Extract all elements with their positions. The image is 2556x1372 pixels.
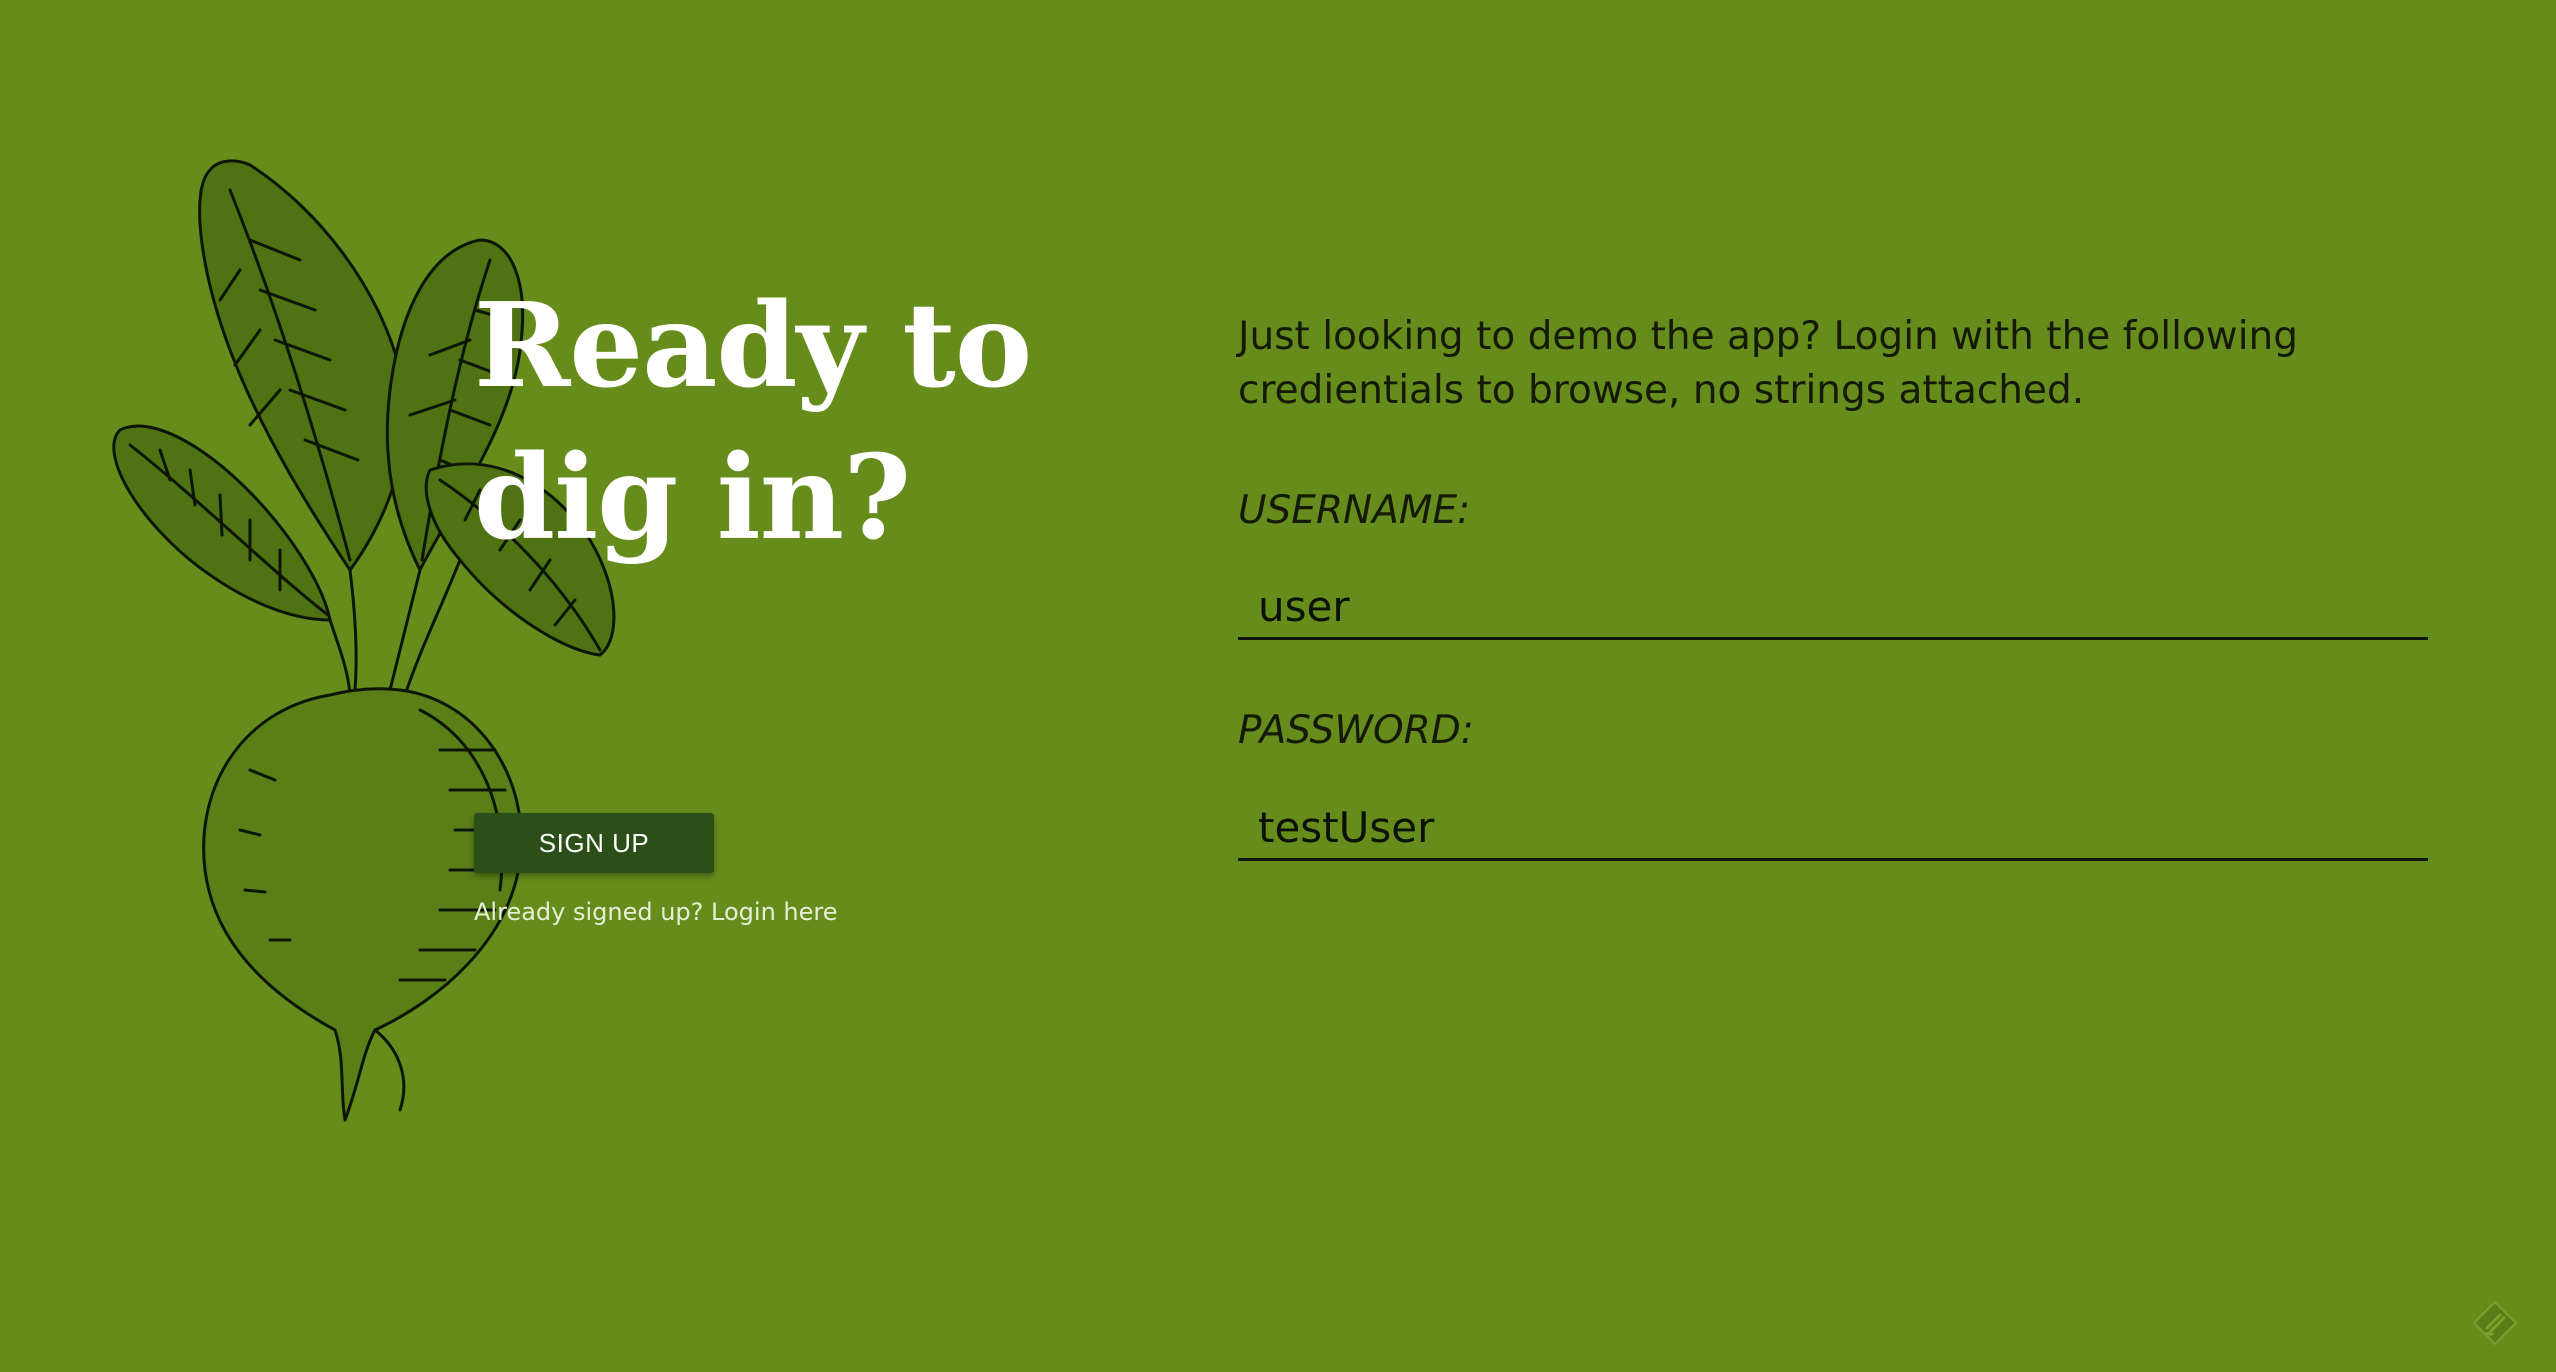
landing-page: Ready to dig in? SIGN UP Already signed … <box>0 0 2556 1372</box>
password-field[interactable] <box>1238 797 2428 861</box>
username-label: USERNAME: <box>1238 488 1471 533</box>
username-field[interactable] <box>1238 576 2428 640</box>
demo-intro-line-2: credientials to browse, no strings attac… <box>1238 368 2085 413</box>
hero-headline: Ready to dig in? <box>474 270 1032 574</box>
demo-intro-line-1: Just looking to demo the app? Login with… <box>1238 314 2299 359</box>
login-link[interactable]: Login here <box>711 898 837 926</box>
feedback-icon[interactable] <box>2470 1298 2520 1348</box>
login-prompt: Already signed up? Login here <box>474 898 838 926</box>
sign-up-button[interactable]: SIGN UP <box>474 813 714 873</box>
demo-intro: Just looking to demo the app? Login with… <box>1238 310 2338 418</box>
hero-headline-line-1: Ready to <box>474 278 1032 414</box>
hero-headline-line-2: dig in? <box>474 430 911 566</box>
login-prompt-text: Already signed up? <box>474 898 704 926</box>
password-label: PASSWORD: <box>1238 708 1474 753</box>
